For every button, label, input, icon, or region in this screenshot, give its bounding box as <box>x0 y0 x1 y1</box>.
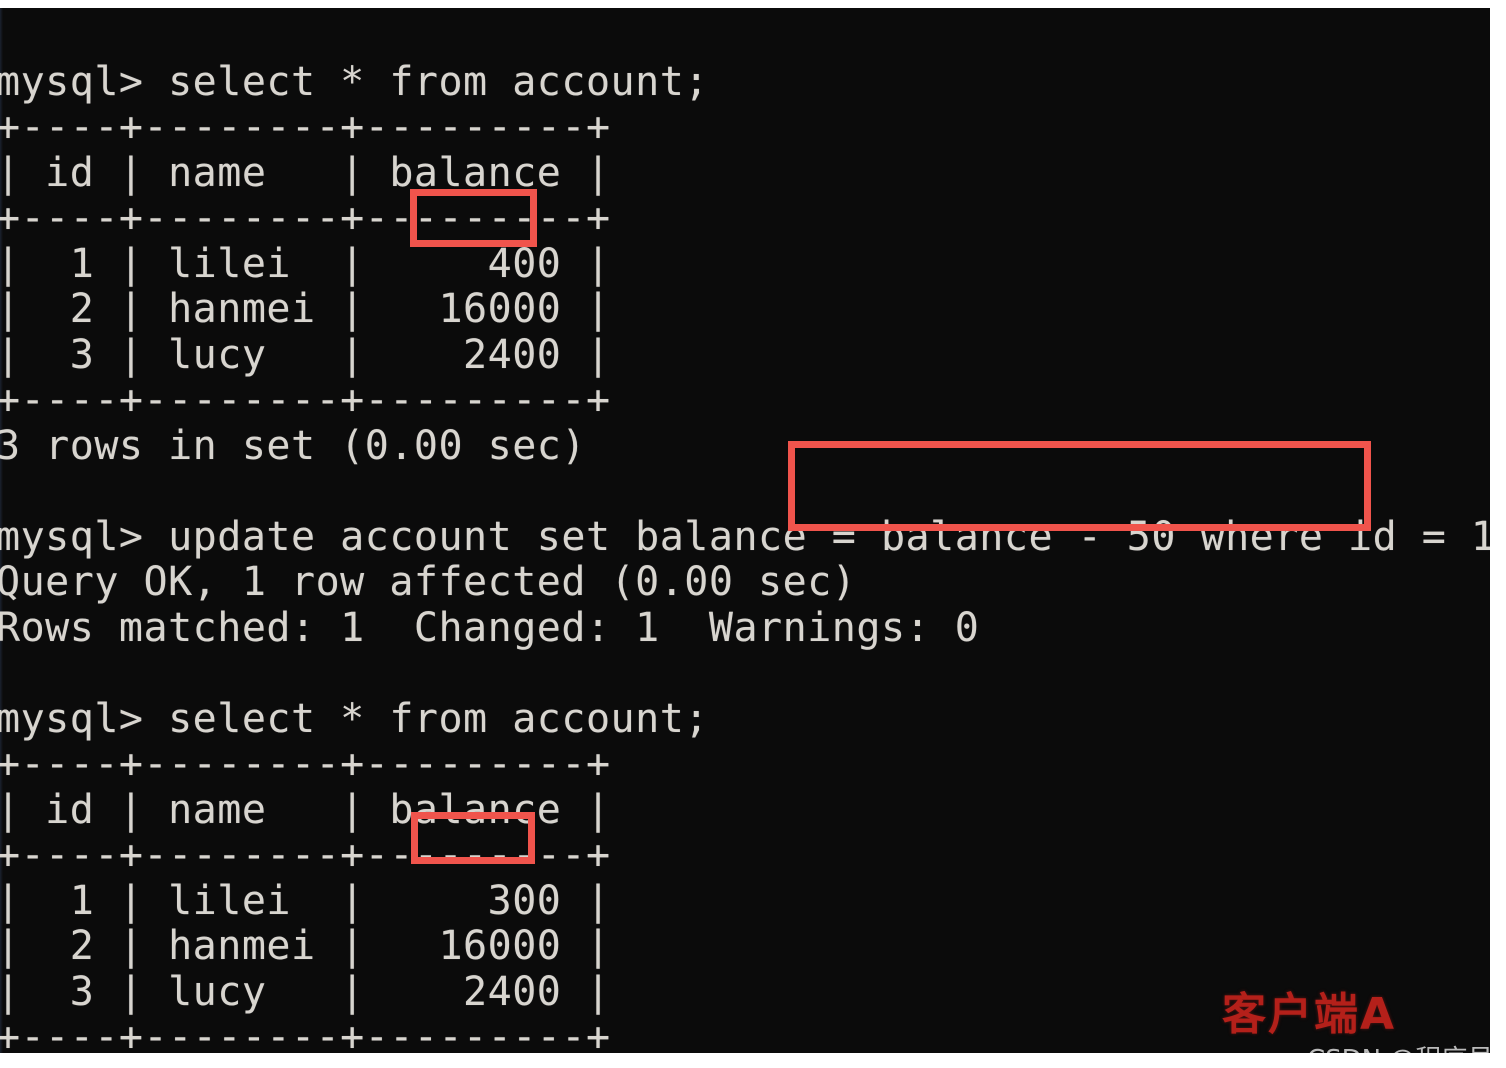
command-select-2: mysql> select * from account; <box>0 695 709 742</box>
result-rows-matched: Rows matched: 1 Changed: 1 Warnings: 0 <box>0 604 980 651</box>
bottom-margin-strip <box>0 1053 1506 1068</box>
table2-top-separator: +----+--------+---------+ <box>0 741 611 787</box>
table-row: | 2 | hanmei | 16000 | <box>0 286 611 332</box>
table2-header-row: | id | name | balance | <box>0 786 611 833</box>
right-margin-strip <box>1490 0 1506 1068</box>
csdn-watermark: CSDN @程序员老石 <box>1307 1039 1490 1053</box>
command-select-1: mysql> select * from account; <box>0 58 709 105</box>
table1-header-separator: +----+--------+---------+ <box>0 195 611 241</box>
table2-header-separator: +----+--------+---------+ <box>0 832 611 878</box>
mysql-terminal-window[interactable]: mysql> select * from account; +----+-----… <box>0 8 1490 1053</box>
screenshot-root: mysql> select * from account; +----+-----… <box>0 0 1506 1068</box>
table-row: | 3 | lucy | 2400 | <box>0 331 611 378</box>
table-row: | 1 | lilei | 300 | <box>0 877 611 924</box>
result-query-ok: Query OK, 1 row affected (0.00 sec) <box>0 559 857 605</box>
table-row: | 2 | hanmei | 16000 | <box>0 923 611 969</box>
table1-top-separator: +----+--------+---------+ <box>0 104 611 150</box>
client-a-label: 客户端A <box>1222 989 1397 1040</box>
command-update: mysql> update account set balance = bala… <box>0 513 1490 560</box>
result-rows-in-set-1: 3 rows in set (0.00 sec) <box>0 422 586 469</box>
top-margin-strip <box>0 0 1506 8</box>
terminal-output-text: mysql> select * from account; +----+-----… <box>0 14 1490 1053</box>
table1-bottom-separator: +----+--------+---------+ <box>0 377 611 423</box>
table-row: | 1 | lilei | 400 | <box>0 240 611 287</box>
table1-header-row: | id | name | balance | <box>0 149 611 196</box>
